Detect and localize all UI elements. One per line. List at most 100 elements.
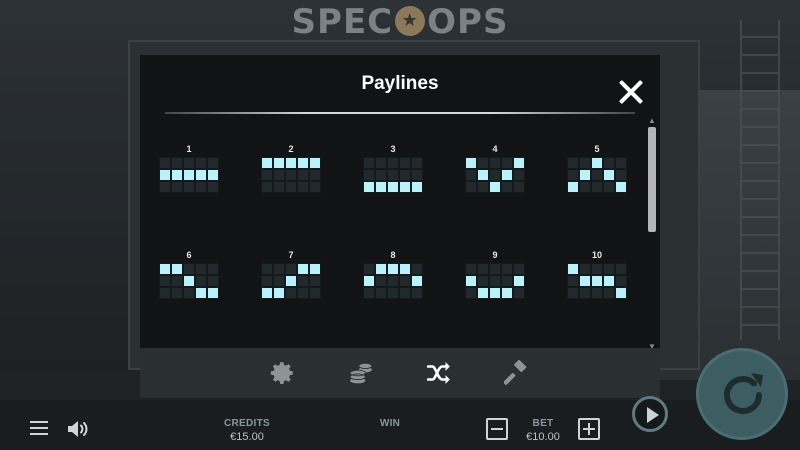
- payline-cell-active: [159, 169, 171, 181]
- modal-title: Paylines: [361, 73, 439, 94]
- payline-cell: [297, 287, 309, 299]
- spin-button[interactable]: [696, 348, 788, 440]
- autoplay-button[interactable]: [632, 396, 668, 432]
- payline-5: 5: [566, 143, 628, 193]
- payline-cell: [273, 275, 285, 287]
- payline-cell: [273, 181, 285, 193]
- payline-number: 5: [594, 144, 600, 154]
- payline-cell: [375, 287, 387, 299]
- bet-increase-button[interactable]: [578, 418, 600, 440]
- payline-cell-active: [465, 157, 477, 169]
- payline-cell: [501, 181, 513, 193]
- payline-cell-active: [477, 169, 489, 181]
- payline-cell: [477, 275, 489, 287]
- payline-cell: [195, 157, 207, 169]
- payline-cell: [171, 157, 183, 169]
- sound-icon[interactable]: [66, 419, 90, 439]
- payline-cell-active: [615, 181, 627, 193]
- payline-cell-active: [297, 157, 309, 169]
- payline-cell: [387, 169, 399, 181]
- menu-icon[interactable]: [30, 421, 48, 437]
- payline-cell: [591, 287, 603, 299]
- payline-cell-active: [171, 263, 183, 275]
- payline-cell: [195, 181, 207, 193]
- payline-cell: [171, 287, 183, 299]
- bet-value: €10.00: [526, 431, 560, 443]
- payline-cell: [207, 263, 219, 275]
- bet-label: BET: [532, 418, 554, 429]
- payline-cell: [501, 263, 513, 275]
- tab-paytable[interactable]: [322, 348, 400, 398]
- payline-cell-active: [387, 181, 399, 193]
- payline-cell-active: [273, 287, 285, 299]
- payline-cell: [183, 263, 195, 275]
- payline-number: 1: [186, 144, 192, 154]
- payline-cell: [501, 157, 513, 169]
- payline-cell-active: [261, 287, 273, 299]
- payline-cell: [171, 181, 183, 193]
- payline-cell: [183, 287, 195, 299]
- payline-cell-active: [579, 169, 591, 181]
- payline-number: 2: [288, 144, 294, 154]
- payline-cell: [513, 169, 525, 181]
- payline-number: 10: [591, 250, 602, 260]
- payline-cell: [195, 263, 207, 275]
- payline-cell: [171, 275, 183, 287]
- payline-cell: [261, 263, 273, 275]
- payline-cell-active: [183, 169, 195, 181]
- payline-cell-active: [489, 181, 501, 193]
- payline-cell: [615, 263, 627, 275]
- payline-cell: [579, 263, 591, 275]
- payline-cell-active: [477, 287, 489, 299]
- title-divider: [165, 112, 635, 114]
- payline-cell: [465, 181, 477, 193]
- win-label: WIN: [379, 418, 401, 429]
- payline-6: 6: [158, 249, 220, 299]
- scroll-up-icon[interactable]: ▲: [648, 117, 656, 125]
- payline-cell: [615, 157, 627, 169]
- payline-cell: [207, 181, 219, 193]
- payline-pattern: [261, 263, 321, 299]
- payline-cell-active: [375, 263, 387, 275]
- payline-cell: [411, 169, 423, 181]
- tab-rules[interactable]: [478, 348, 556, 398]
- payline-cell: [465, 263, 477, 275]
- payline-pattern: [159, 157, 219, 193]
- payline-2: 2: [260, 143, 322, 193]
- payline-10: 10: [566, 249, 628, 299]
- payline-cell-active: [159, 263, 171, 275]
- scrollbar[interactable]: ▲ ▼: [648, 117, 656, 351]
- payline-pattern: [363, 157, 423, 193]
- payline-cell: [603, 263, 615, 275]
- payline-cell: [513, 263, 525, 275]
- tab-paylines[interactable]: [400, 348, 478, 398]
- payline-pattern: [465, 263, 525, 299]
- payline-cell: [567, 275, 579, 287]
- payline-cell-active: [363, 275, 375, 287]
- close-button[interactable]: [618, 79, 644, 105]
- payline-cell: [513, 181, 525, 193]
- payline-cell: [273, 263, 285, 275]
- payline-cell: [411, 157, 423, 169]
- payline-cell: [591, 263, 603, 275]
- spin-arrow-icon: [724, 373, 763, 414]
- payline-number: 6: [186, 250, 192, 260]
- payline-cell: [489, 263, 501, 275]
- payline-cell: [477, 263, 489, 275]
- background-building-left: [0, 40, 130, 370]
- payline-cell: [579, 181, 591, 193]
- payline-cell-active: [261, 157, 273, 169]
- payline-cell: [285, 169, 297, 181]
- payline-cell: [363, 263, 375, 275]
- paylines-modal: Paylines 1 2 3 4 5 6 7 8 9 10 ▲ ▼: [140, 55, 660, 398]
- bet-decrease-button[interactable]: [486, 418, 508, 440]
- payline-cell: [513, 287, 525, 299]
- scroll-thumb[interactable]: [648, 127, 656, 232]
- payline-cell-active: [501, 169, 513, 181]
- payline-cell: [567, 169, 579, 181]
- credits-label: CREDITS: [224, 418, 270, 429]
- payline-cell: [489, 275, 501, 287]
- shuffle-icon: [426, 362, 450, 384]
- tab-settings[interactable]: [244, 348, 322, 398]
- payline-cell: [159, 287, 171, 299]
